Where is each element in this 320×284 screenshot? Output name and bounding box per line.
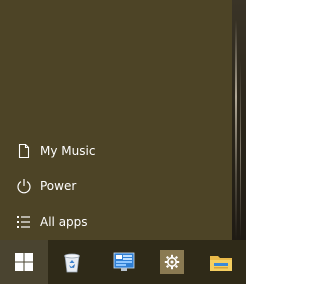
start-button[interactable] <box>0 240 48 284</box>
start-menu-item-my-music[interactable]: My Music <box>0 133 232 169</box>
menu-item-label: Power <box>40 179 77 193</box>
taskbar <box>0 240 246 284</box>
start-menu-item-all-apps[interactable]: All apps <box>0 204 232 240</box>
recycle-bin-icon <box>64 253 80 273</box>
start-menu-item-power[interactable]: Power <box>0 168 232 204</box>
taskbar-settings[interactable] <box>149 240 197 284</box>
power-icon <box>17 179 31 194</box>
music-document-icon <box>18 143 30 159</box>
desktop-screen: My Music Power All apps <box>0 0 246 284</box>
control-panel-icon <box>113 252 135 271</box>
settings-tile <box>160 250 184 274</box>
taskbar-recycle-bin[interactable] <box>48 240 96 284</box>
menu-item-label: All apps <box>40 215 88 229</box>
menu-item-label: My Music <box>40 144 96 158</box>
list-icon <box>17 216 30 228</box>
windows-logo-icon <box>15 253 33 271</box>
desktop-background <box>232 0 246 240</box>
gear-icon <box>164 254 180 270</box>
taskbar-file-explorer[interactable] <box>197 240 245 284</box>
taskbar-control-panel[interactable] <box>100 240 148 284</box>
folder-icon <box>210 256 232 271</box>
start-menu: My Music Power All apps <box>0 0 232 240</box>
